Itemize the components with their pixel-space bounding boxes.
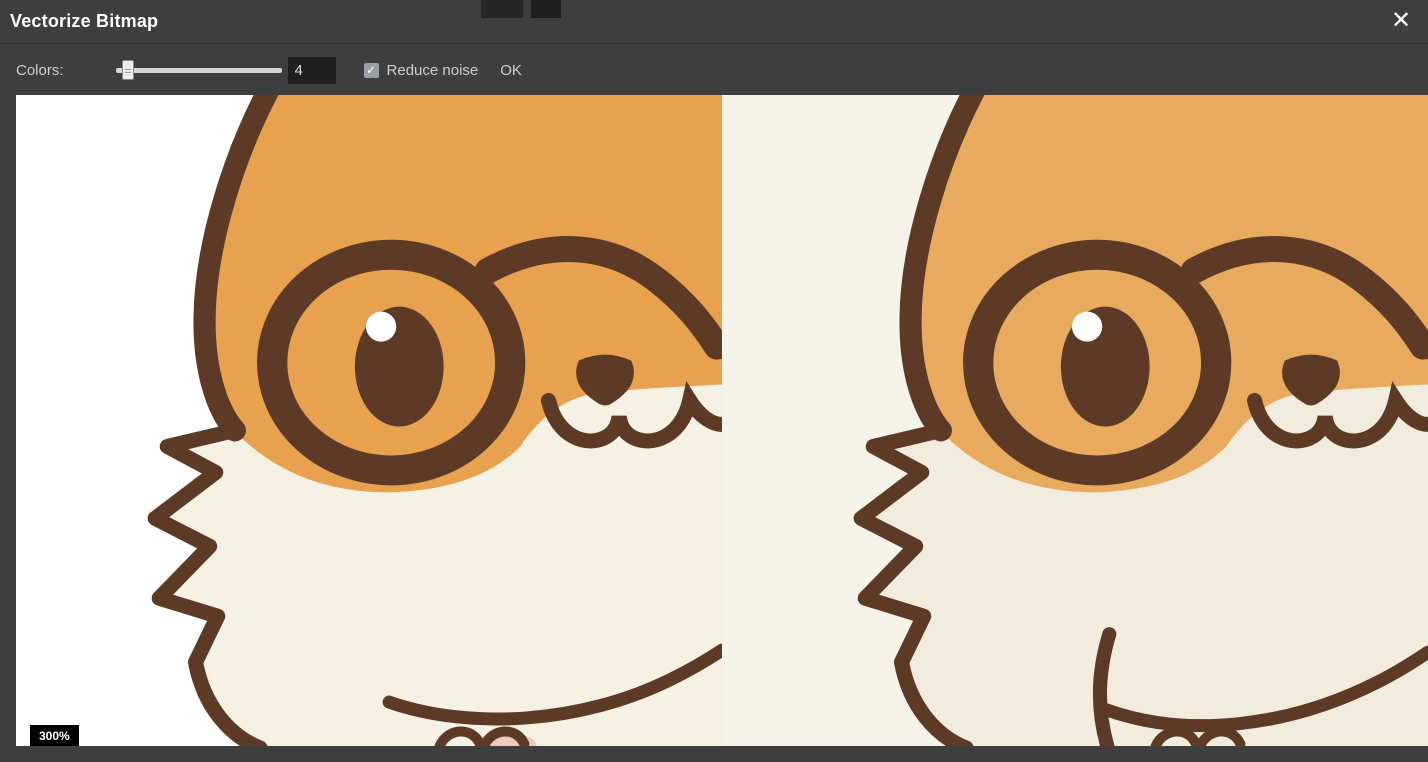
preview-area[interactable]: 300% [16, 95, 1428, 746]
dialog-titlebar: Vectorize Bitmap ✕ [0, 0, 1428, 44]
vectorize-toolbar: Colors: ✓ Reduce noise OK [0, 45, 1428, 95]
reduce-noise-label[interactable]: Reduce noise [387, 62, 479, 79]
dialog-title: Vectorize Bitmap [10, 11, 158, 32]
check-icon: ✓ [366, 64, 376, 76]
fox-bitmap-illustration [16, 95, 722, 746]
close-icon: ✕ [1391, 9, 1411, 33]
background-window-artifact [481, 0, 523, 18]
zoom-badge: 300% [30, 725, 79, 746]
background-window-artifact [531, 0, 561, 18]
close-button[interactable]: ✕ [1384, 4, 1418, 38]
colors-slider-handle[interactable] [122, 60, 134, 80]
fox-vector-illustration [722, 95, 1428, 746]
colors-value-input[interactable] [288, 57, 336, 84]
ok-button[interactable]: OK [500, 62, 522, 79]
vector-preview-panel [722, 95, 1428, 746]
original-bitmap-panel: 300% [16, 95, 722, 746]
colors-slider[interactable] [116, 60, 282, 80]
reduce-noise-checkbox[interactable]: ✓ [364, 63, 379, 78]
vectorize-bitmap-dialog: { "dialog": { "title": "Vectorize Bitmap… [0, 0, 1428, 762]
colors-label: Colors: [16, 62, 64, 79]
colors-slider-track[interactable] [116, 68, 282, 73]
